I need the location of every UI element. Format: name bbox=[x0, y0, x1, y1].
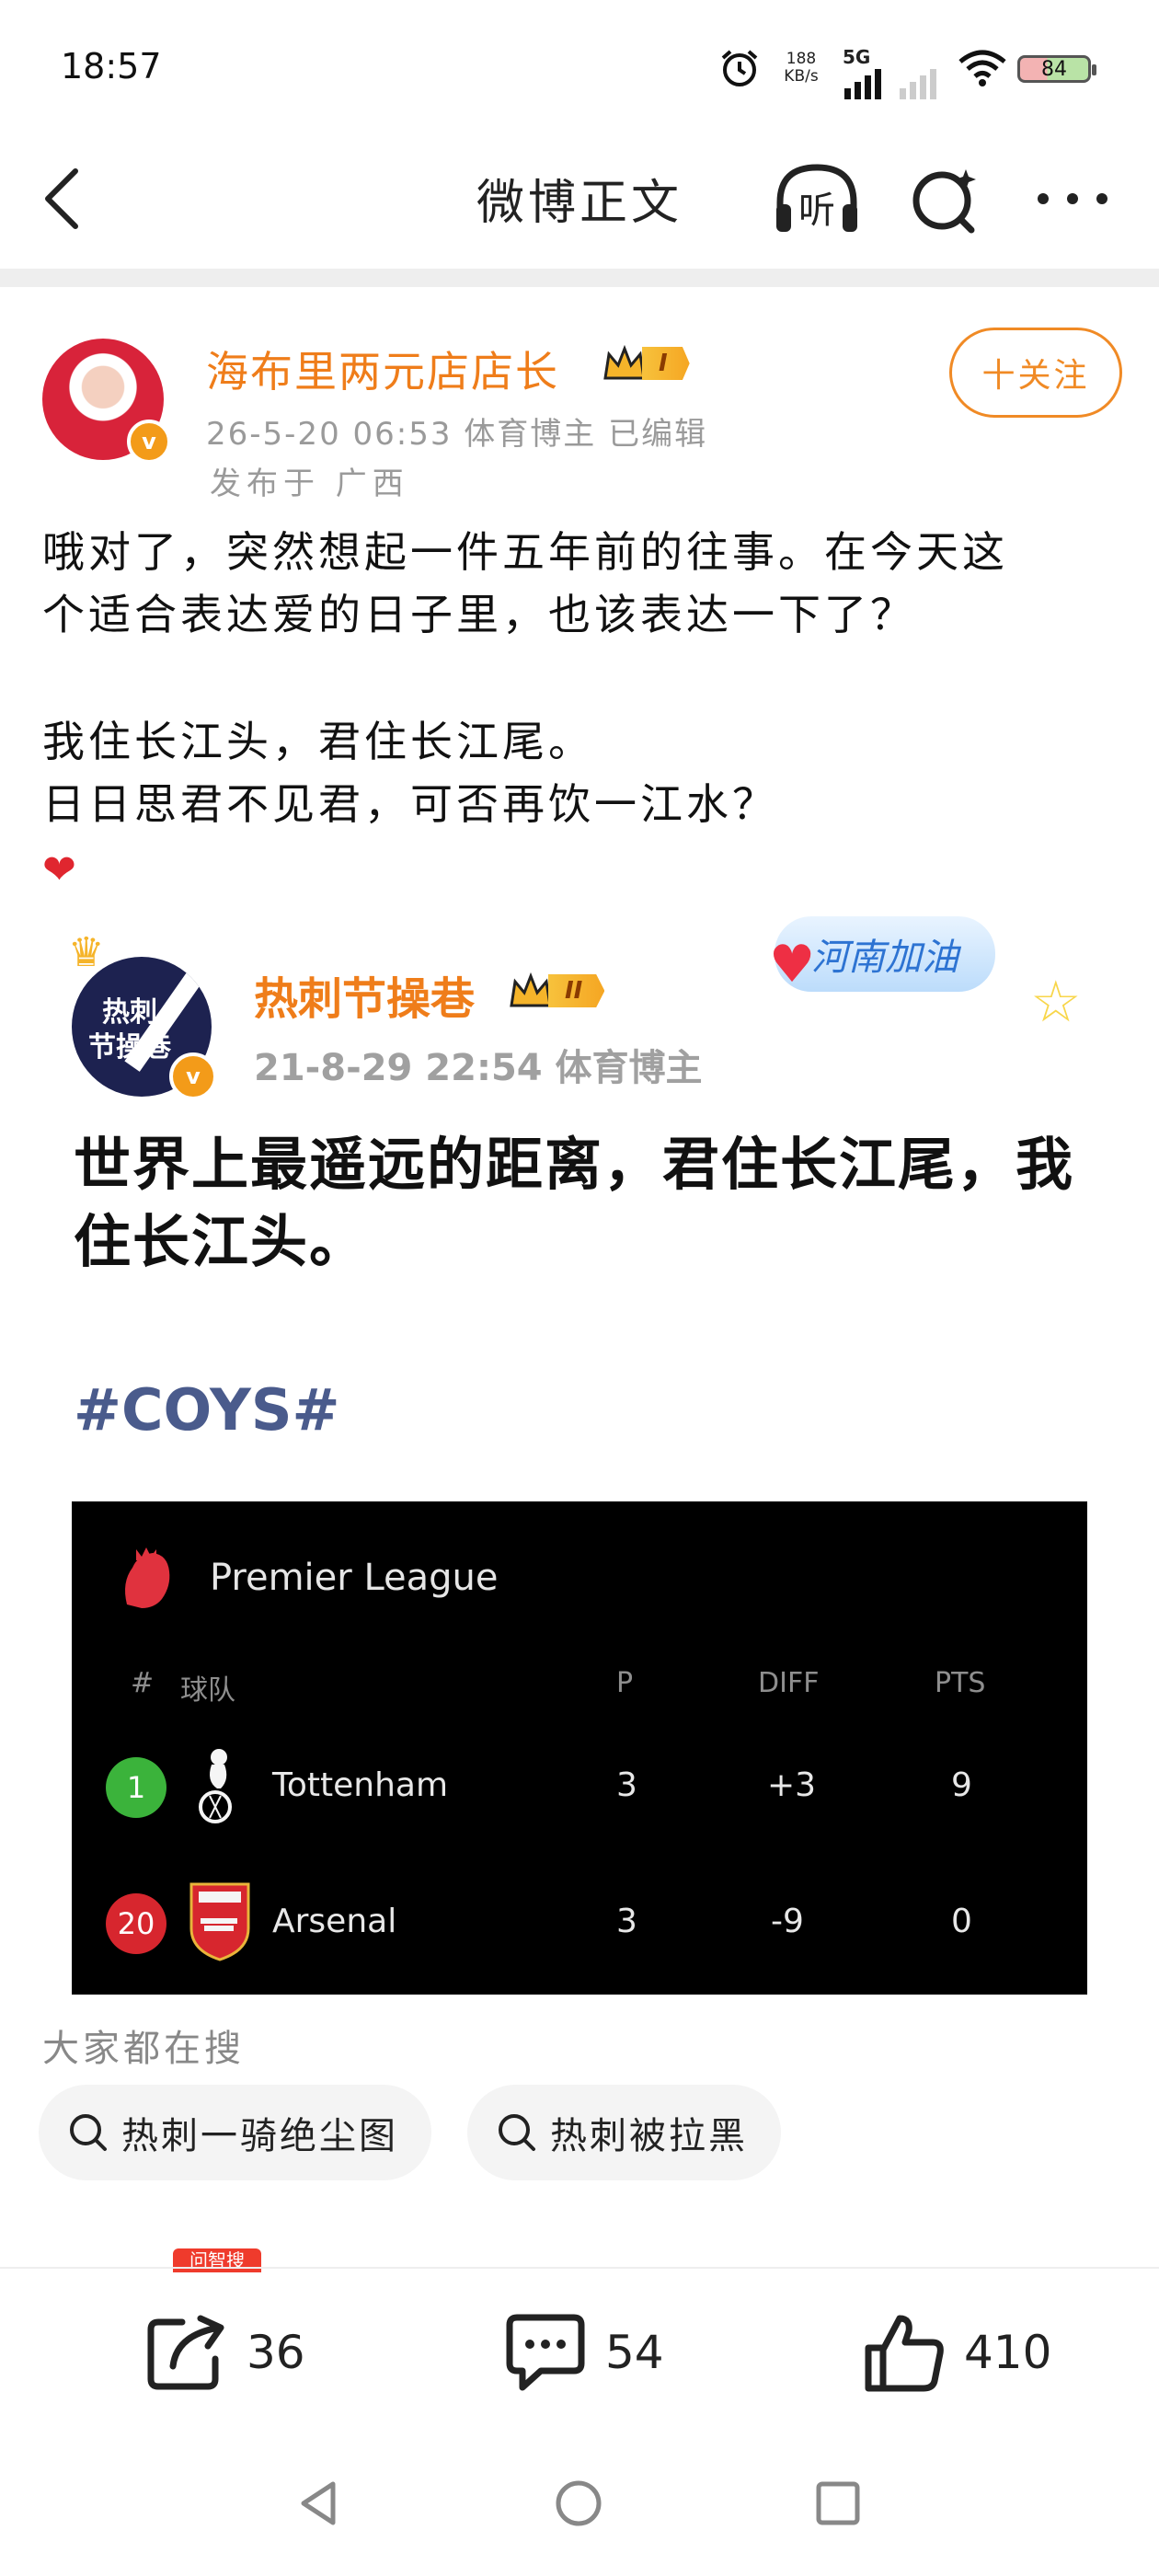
embedded-avatar-line-2: 节操巷 bbox=[88, 1031, 171, 1064]
system-back-button[interactable] bbox=[296, 2478, 342, 2532]
comment-count: 54 bbox=[605, 2326, 664, 2379]
tottenham-crest-icon bbox=[199, 1749, 232, 1823]
battery-icon: 84 bbox=[1017, 55, 1096, 83]
embedded-level-badge-text: II bbox=[548, 974, 605, 1007]
col-rank: # bbox=[131, 1667, 155, 1699]
post-text-line-2: 个适合表达爱的日子里，也该表达一下了？ bbox=[42, 590, 916, 639]
col-played: P bbox=[616, 1667, 634, 1699]
repost-count: 36 bbox=[247, 2326, 305, 2379]
stamp-heart-icon: ♥ bbox=[769, 935, 816, 995]
post-location: 发布于 广西 bbox=[210, 466, 409, 502]
col-points: PTS bbox=[935, 1667, 986, 1699]
post-text-line-1: 哦对了，突然想起一件五年前的往事。在今天这 bbox=[42, 527, 1008, 577]
crown-icon bbox=[603, 344, 646, 380]
net-speed-unit: KB/s bbox=[784, 67, 819, 86]
embedded-text-line-2: 住长江头。 bbox=[74, 1208, 369, 1275]
listen-label: 听 bbox=[798, 190, 835, 232]
net-speed-value: 188 bbox=[786, 50, 817, 68]
embedded-text-line-1: 世界上最遥远的距离，君住长江尾，我 bbox=[74, 1131, 1075, 1198]
smart-search-tag: 问智搜 bbox=[173, 2248, 261, 2272]
league-title: Premier League bbox=[210, 1557, 499, 1599]
crown-icon bbox=[510, 972, 552, 1007]
heart-emoji: ❤ bbox=[42, 846, 76, 893]
listen-button[interactable]: 听 bbox=[771, 160, 863, 237]
search-chip-label: 热刺被拉黑 bbox=[550, 2115, 748, 2157]
search-chip-label: 热刺一骑绝尘图 bbox=[121, 2115, 398, 2157]
more-dots-icon bbox=[1038, 193, 1107, 204]
points-cell: 0 bbox=[951, 1903, 972, 1940]
share-icon bbox=[147, 2315, 224, 2390]
rank-badge: 1 bbox=[106, 1757, 166, 1818]
embedded-verified-badge-icon: v bbox=[169, 1052, 217, 1100]
signal-icon bbox=[843, 57, 944, 109]
post-meta: 26-5-20 06:53 体育博主 已编辑 bbox=[206, 416, 708, 453]
stamp-star-icon: ☆ bbox=[1030, 968, 1082, 1035]
post-text-line-3: 我住长江头，君住长江尾。 bbox=[42, 717, 594, 766]
thumbs-up-icon bbox=[865, 2315, 944, 2392]
like-button[interactable]: 410 bbox=[863, 2311, 1051, 2394]
arsenal-crest-icon bbox=[189, 1882, 250, 1961]
net-speed: 188 KB/s bbox=[778, 42, 824, 94]
search-chip[interactable]: 热刺被拉黑 bbox=[467, 2085, 781, 2180]
circle-home-icon bbox=[556, 2480, 602, 2526]
trending-search-label: 大家都在搜 bbox=[42, 2028, 245, 2070]
repost-button[interactable]: 36 bbox=[145, 2311, 305, 2394]
level-badge: I bbox=[602, 344, 690, 383]
comment-icon bbox=[506, 2314, 585, 2391]
col-team: 球队 bbox=[180, 1674, 235, 1707]
post-text-line-4: 日日思君不见君，可否再饮一江水？ bbox=[42, 779, 778, 829]
points-cell: 9 bbox=[951, 1766, 972, 1804]
like-count: 410 bbox=[964, 2326, 1052, 2379]
rank-badge: 20 bbox=[106, 1893, 166, 1954]
avatar-crown-icon: ♛ bbox=[68, 929, 105, 976]
level-badge-text: I bbox=[642, 347, 690, 380]
search-sparkle-icon bbox=[912, 169, 976, 234]
team-name: Tottenham bbox=[272, 1766, 449, 1804]
search-icon bbox=[499, 2114, 535, 2151]
search-icon bbox=[70, 2114, 107, 2151]
search-chip[interactable]: 热刺一骑绝尘图 bbox=[39, 2085, 431, 2180]
embedded-meta: 21-8-29 22:54 体育博主 bbox=[254, 1047, 703, 1089]
follow-button[interactable]: 十关注 bbox=[949, 328, 1122, 418]
square-recents-icon bbox=[816, 2481, 860, 2525]
status-time: 18:57 bbox=[61, 46, 162, 86]
col-diff: DIFF bbox=[758, 1667, 820, 1699]
wifi-icon bbox=[957, 42, 1008, 94]
action-bar-divider bbox=[0, 2267, 1159, 2269]
embedded-avatar-line-1: 热刺 bbox=[102, 996, 157, 1029]
verified-badge-icon: v bbox=[127, 420, 171, 464]
comment-button[interactable]: 54 bbox=[504, 2311, 664, 2394]
system-recents-button[interactable] bbox=[813, 2478, 863, 2532]
page-title: 微博正文 bbox=[476, 176, 683, 231]
nav-divider bbox=[0, 269, 1159, 287]
hashtag-link[interactable]: #COYS# bbox=[74, 1376, 339, 1443]
author-name[interactable]: 海布里两元店店长 bbox=[206, 339, 559, 399]
triangle-back-icon bbox=[301, 2481, 336, 2525]
premier-league-lion-icon bbox=[125, 1547, 170, 1608]
embedded-author-name: 热刺节操巷 bbox=[254, 973, 476, 1025]
team-name: Arsenal bbox=[272, 1903, 397, 1940]
system-home-button[interactable] bbox=[554, 2478, 603, 2532]
search-button[interactable] bbox=[909, 164, 982, 241]
more-button[interactable] bbox=[1034, 188, 1111, 213]
played-cell: 3 bbox=[616, 1766, 637, 1804]
alarm-icon bbox=[716, 42, 763, 94]
diff-cell: +3 bbox=[767, 1766, 817, 1804]
played-cell: 3 bbox=[616, 1903, 637, 1940]
battery-level: 84 bbox=[1041, 57, 1067, 81]
diff-cell: -9 bbox=[771, 1903, 804, 1940]
embedded-level-badge: II bbox=[508, 972, 605, 1010]
